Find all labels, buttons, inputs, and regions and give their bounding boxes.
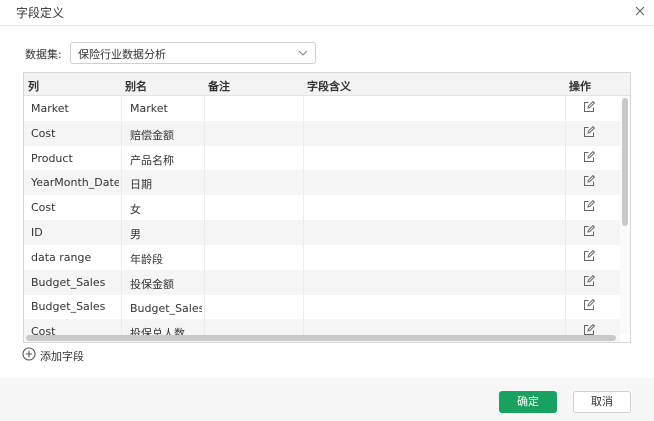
table-row: data range 年龄段 bbox=[24, 245, 620, 270]
cell-alias: 产品名称 bbox=[130, 153, 174, 167]
edit-icon[interactable] bbox=[582, 199, 596, 213]
add-field-label: 添加字段 bbox=[40, 350, 84, 363]
field-definition-dialog: 字段定义 数据集: 保险行业数据分析 列 别名 备注 字段含义 操作 Marke… bbox=[0, 0, 654, 421]
column-divider bbox=[204, 96, 205, 342]
header-meaning: 字段含义 bbox=[307, 80, 351, 93]
cell-alias: 男 bbox=[130, 228, 141, 241]
dialog-titlebar: 字段定义 bbox=[0, 0, 654, 26]
column-divider bbox=[565, 96, 566, 342]
header-action: 操作 bbox=[569, 80, 591, 93]
table-header: 列 别名 备注 字段含义 操作 bbox=[24, 73, 630, 96]
chevron-down-icon bbox=[297, 47, 309, 59]
vertical-scrollbar[interactable] bbox=[622, 98, 628, 226]
cell-col: Budget_Sales bbox=[31, 300, 106, 314]
cell-col: Product bbox=[31, 151, 73, 165]
edit-icon[interactable] bbox=[582, 125, 596, 139]
cell-alias: Market bbox=[130, 102, 168, 115]
cancel-button[interactable]: 取消 bbox=[573, 391, 631, 413]
edit-icon[interactable] bbox=[582, 150, 596, 164]
cell-alias: 年龄段 bbox=[130, 252, 163, 266]
cell-col: Market bbox=[31, 102, 69, 115]
edit-icon[interactable] bbox=[582, 298, 596, 312]
header-col: 列 bbox=[28, 80, 39, 93]
cell-alias: 女 bbox=[130, 203, 141, 217]
dataset-select[interactable]: 保险行业数据分析 bbox=[70, 42, 316, 64]
header-remark: 备注 bbox=[208, 80, 230, 93]
column-divider bbox=[303, 96, 304, 342]
edit-icon[interactable] bbox=[582, 274, 596, 288]
table-row: ID 男 bbox=[24, 220, 620, 245]
dataset-label: 数据集: bbox=[25, 48, 62, 61]
cell-col: data range bbox=[31, 250, 92, 264]
field-table: 列 别名 备注 字段含义 操作 Market Market Cost 赔偿金额 Prod… bbox=[23, 72, 631, 343]
cell-alias: 投保金额 bbox=[130, 277, 174, 291]
header-alias: 别名 bbox=[125, 80, 147, 93]
table-row: YearMonth_Date 日期 bbox=[24, 170, 620, 196]
dialog-title: 字段定义 bbox=[16, 6, 65, 20]
dataset-selected-value: 保险行业数据分析 bbox=[78, 48, 166, 61]
plus-circle-icon bbox=[22, 347, 36, 361]
table-row: Budget_Sales Budget_Sales_总 bbox=[24, 294, 620, 319]
cell-col: Cost bbox=[31, 201, 56, 215]
table-row: Cost 赔偿金额 bbox=[24, 120, 620, 146]
edit-icon[interactable] bbox=[582, 224, 596, 238]
cell-alias: 赔偿金额 bbox=[130, 128, 174, 142]
table-row: Budget_Sales 投保金额 bbox=[24, 269, 620, 295]
table-row: Cost 女 bbox=[24, 195, 620, 220]
table-row: Product 产品名称 bbox=[24, 146, 620, 171]
edit-icon[interactable] bbox=[582, 249, 596, 263]
cell-alias: 日期 bbox=[130, 178, 152, 192]
cell-col: Budget_Sales bbox=[31, 275, 106, 289]
cell-alias: Budget_Sales_总 bbox=[130, 302, 202, 316]
cell-col: YearMonth_Date bbox=[31, 176, 119, 190]
edit-icon[interactable] bbox=[582, 100, 596, 114]
table-row: Market Market bbox=[24, 96, 620, 121]
cell-col: Cost bbox=[31, 126, 56, 140]
edit-icon[interactable] bbox=[582, 174, 596, 188]
column-divider bbox=[121, 96, 122, 342]
close-icon[interactable] bbox=[632, 3, 648, 19]
horizontal-scrollbar[interactable] bbox=[26, 335, 616, 341]
ok-button[interactable]: 确定 bbox=[499, 391, 557, 413]
cell-col: ID bbox=[31, 226, 43, 239]
